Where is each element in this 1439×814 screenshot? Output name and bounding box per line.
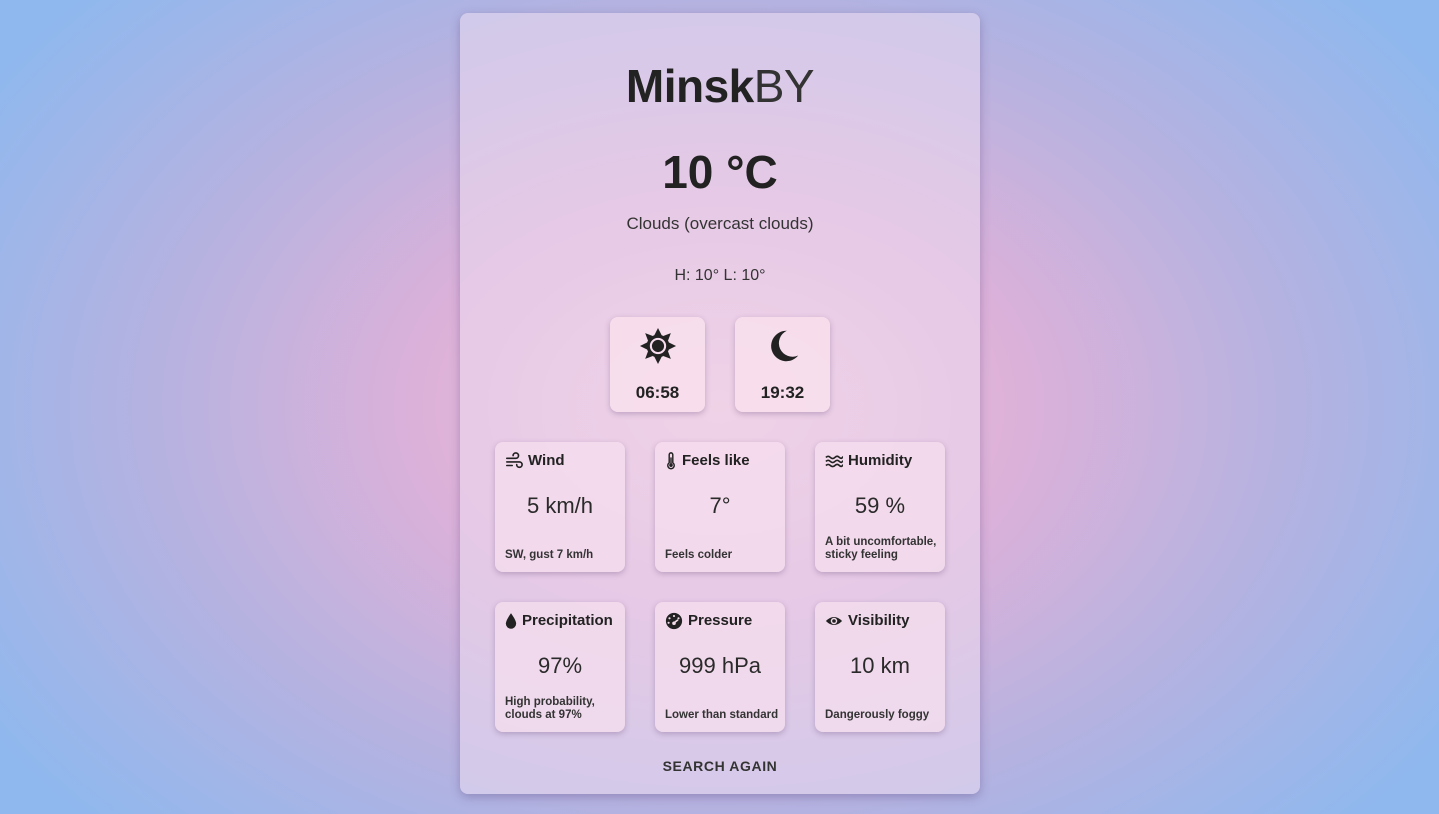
- feels-like-header: Feels like: [665, 452, 779, 470]
- pressure-tile: Pressure 999 hPa Lower than standard: [655, 602, 785, 732]
- pressure-note: Lower than standard: [665, 709, 779, 721]
- gauge-icon: [665, 612, 683, 630]
- feels-like-value: 7°: [709, 493, 731, 518]
- feels-like-label: Feels like: [682, 452, 750, 469]
- country-code: BY: [753, 60, 815, 112]
- wind-value: 5 km/h: [526, 493, 594, 518]
- precipitation-header: Precipitation: [505, 612, 619, 630]
- pressure-label: Pressure: [688, 612, 753, 629]
- moon-icon: [771, 330, 799, 362]
- sunset-box: 19:32: [735, 317, 830, 412]
- visibility-header: Visibility: [825, 612, 939, 630]
- precipitation-tile: Precipitation 97% High probability, clou…: [495, 602, 625, 732]
- weather-description: Clouds (overcast clouds): [626, 214, 814, 233]
- pressure-value: 999 hPa: [679, 653, 761, 678]
- wind-icon: [505, 452, 523, 469]
- location-title: MinskBY: [460, 61, 980, 111]
- sunrise-time: 06:58: [635, 383, 680, 402]
- pressure-header: Pressure: [665, 612, 779, 630]
- high-low-temperature: H: 10° L: 10°: [674, 267, 766, 284]
- humidity-header: Humidity: [825, 452, 939, 470]
- current-temperature: 10 °C: [662, 146, 778, 198]
- city-name: Minsk: [625, 60, 754, 112]
- wind-note: SW, gust 7 km/h: [505, 549, 594, 561]
- thermometer-icon: [667, 452, 675, 470]
- humidity-value: 59 %: [854, 493, 906, 518]
- humidity-tile: Humidity 59 % A bit uncomfortable, stick…: [815, 442, 945, 572]
- sunrise-box: 06:58: [610, 317, 705, 412]
- visibility-note: Dangerously foggy: [825, 709, 930, 721]
- wind-label: Wind: [528, 452, 565, 469]
- waves-icon: [825, 455, 843, 468]
- visibility-tile: Visibility 10 km Dangerously foggy: [815, 602, 945, 732]
- sun-icon: [639, 327, 677, 365]
- wind-tile: Wind 5 km/h SW, gust 7 km/h: [495, 442, 625, 572]
- droplet-icon: [505, 613, 517, 629]
- feels-like-tile: Feels like 7° Feels colder: [655, 442, 785, 572]
- sunset-time: 19:32: [760, 383, 805, 402]
- precipitation-label: Precipitation: [522, 612, 613, 629]
- precipitation-value: 97%: [537, 653, 583, 678]
- search-again-button[interactable]: SEARCH AGAIN: [650, 755, 790, 777]
- eye-icon: [825, 616, 843, 626]
- weather-card: MinskBY 10 °C Clouds (overcast clouds) H…: [460, 13, 980, 794]
- feels-like-note: Feels colder: [665, 549, 733, 561]
- wind-header: Wind: [505, 452, 619, 470]
- humidity-label: Humidity: [848, 452, 913, 469]
- humidity-note: A bit uncomfortable, sticky feeling: [825, 536, 937, 561]
- visibility-value: 10 km: [850, 653, 910, 678]
- precipitation-note: High probability, clouds at 97%: [505, 696, 595, 721]
- visibility-label: Visibility: [848, 612, 910, 629]
